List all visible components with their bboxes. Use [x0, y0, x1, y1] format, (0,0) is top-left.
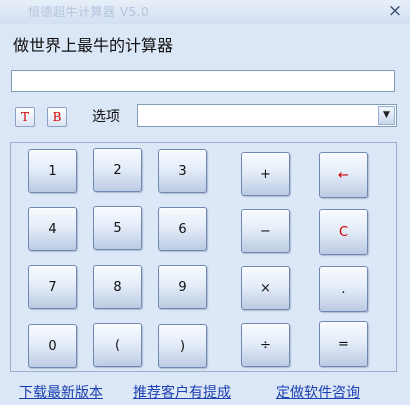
- chevron-down-icon[interactable]: ▼: [378, 106, 395, 125]
- b-button[interactable]: B: [47, 107, 67, 127]
- key-9[interactable]: 9: [158, 265, 207, 309]
- equals-button[interactable]: =: [319, 321, 368, 367]
- multiply-button[interactable]: ×: [241, 266, 290, 310]
- key-5[interactable]: 5: [93, 206, 142, 250]
- title-bar: 恒德超牛计算器 V5.0 ×: [0, 0, 410, 24]
- options-select[interactable]: ▼: [137, 104, 397, 127]
- close-icon[interactable]: ×: [386, 2, 404, 20]
- key-6[interactable]: 6: [158, 207, 207, 251]
- backspace-button[interactable]: ←: [319, 152, 368, 198]
- key-1[interactable]: 1: [28, 149, 77, 193]
- divide-button[interactable]: ÷: [241, 323, 290, 367]
- plus-button[interactable]: +: [241, 152, 290, 196]
- window-title: 恒德超牛计算器 V5.0: [28, 5, 150, 19]
- custom-software-link[interactable]: 定做软件咨询: [276, 382, 360, 402]
- key-0[interactable]: 0: [28, 324, 77, 368]
- key-3[interactable]: 3: [158, 149, 207, 193]
- clear-button[interactable]: C: [319, 209, 368, 255]
- t-button[interactable]: T: [15, 107, 35, 127]
- key-2[interactable]: 2: [93, 148, 142, 192]
- key-8[interactable]: 8: [93, 265, 142, 309]
- minus-button[interactable]: −: [241, 209, 290, 253]
- decimal-point-button[interactable]: .: [319, 266, 368, 312]
- key-right-paren[interactable]: ): [158, 324, 207, 368]
- calculator-display[interactable]: [11, 70, 395, 92]
- referral-commission-link[interactable]: 推荐客户有提成: [133, 382, 231, 402]
- key-left-paren[interactable]: (: [93, 323, 142, 367]
- app-slogan: 做世界上最牛的计算器: [13, 36, 174, 55]
- key-4[interactable]: 4: [28, 207, 77, 251]
- download-latest-link[interactable]: 下载最新版本: [19, 382, 103, 402]
- options-label: 选项: [92, 109, 120, 125]
- key-7[interactable]: 7: [28, 265, 77, 309]
